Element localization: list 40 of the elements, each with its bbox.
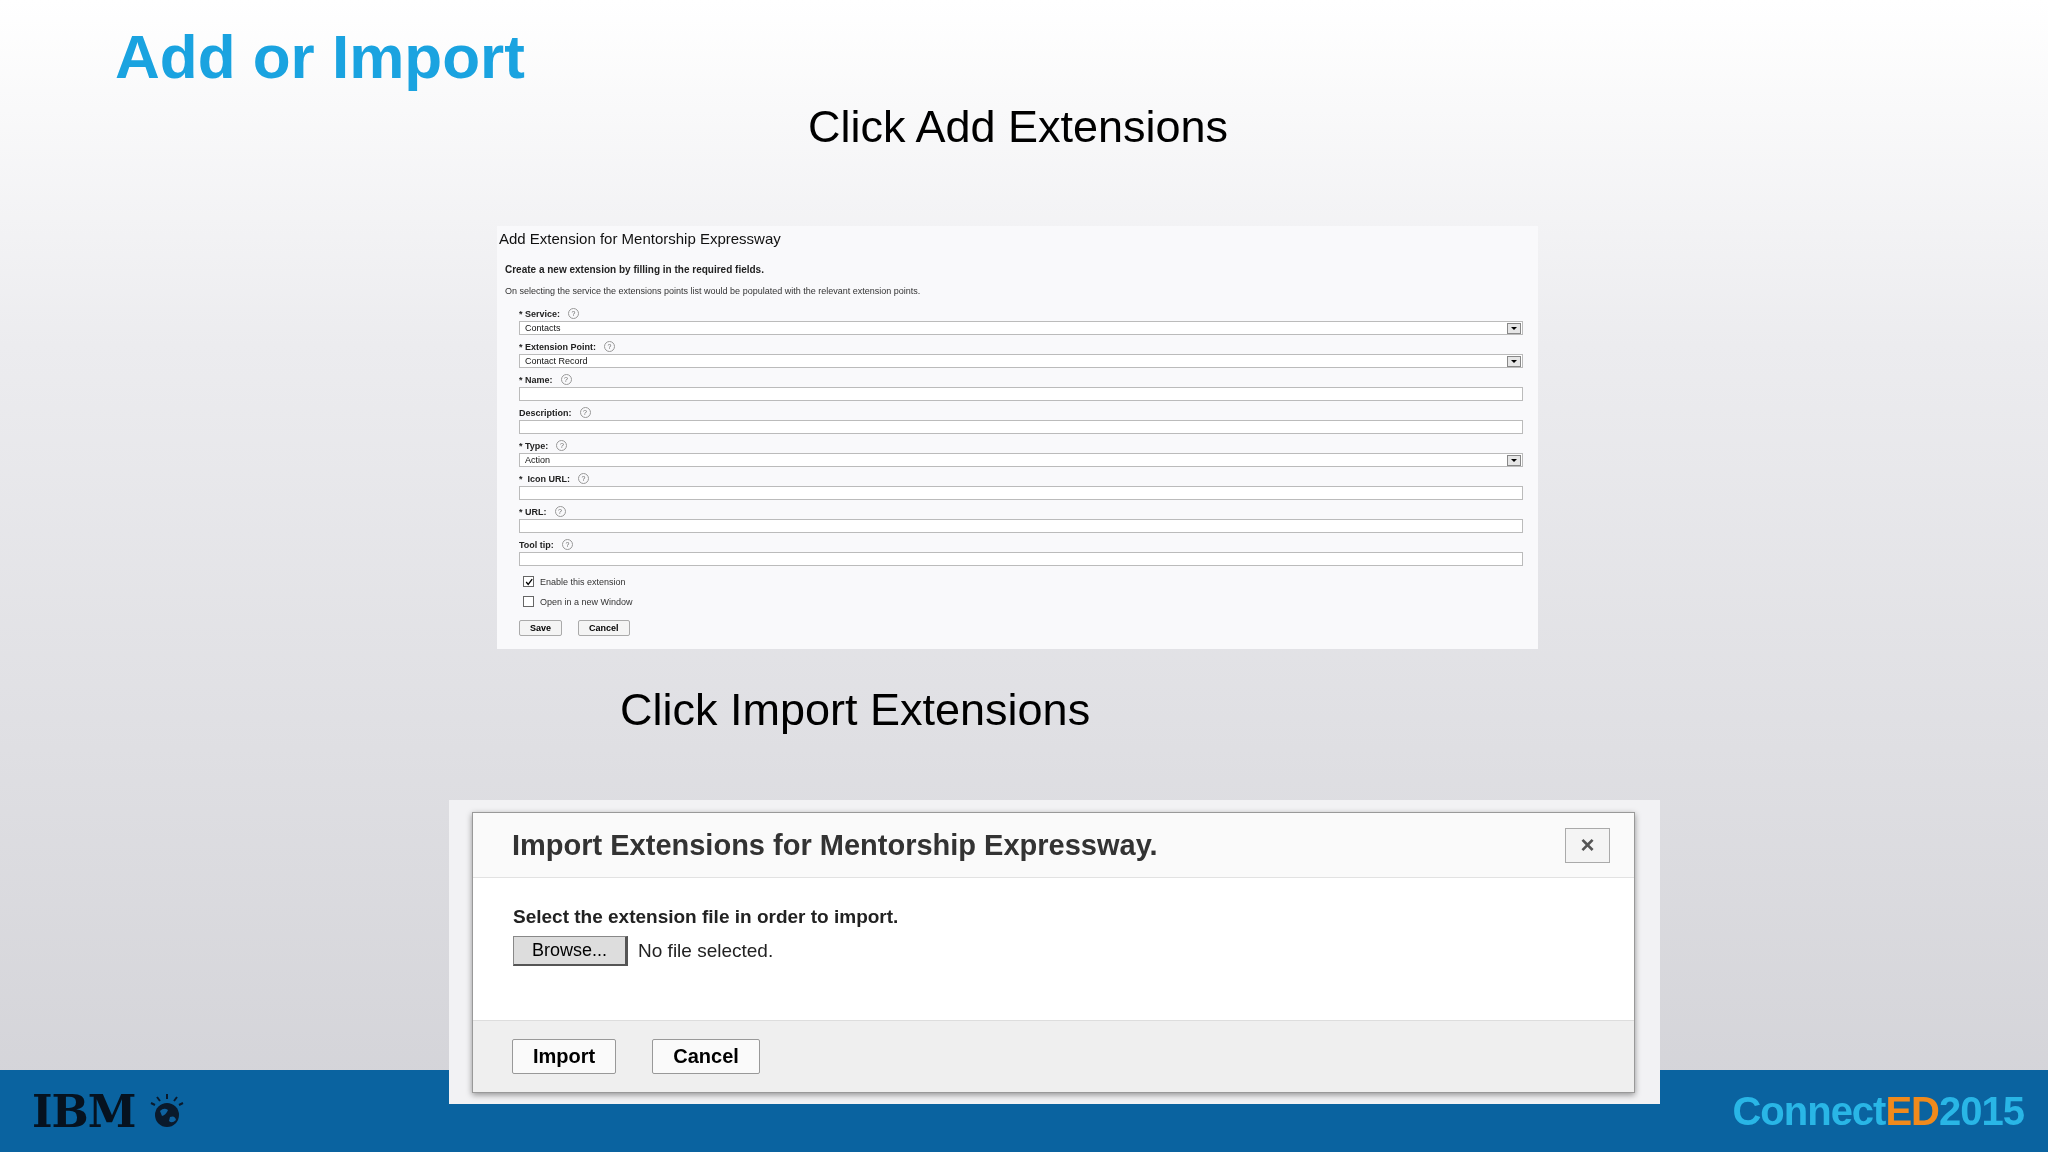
dropdown-icon	[1507, 355, 1521, 367]
dialog-button[interactable]: Cancel	[652, 1039, 760, 1074]
close-button[interactable]: ×	[1565, 827, 1610, 863]
input-field[interactable]	[519, 486, 1523, 500]
file-status: No file selected.	[638, 940, 774, 962]
form-button[interactable]: Save	[519, 620, 563, 636]
input-field[interactable]	[519, 420, 1523, 434]
field-label: * URL:	[519, 506, 547, 517]
form-button[interactable]: Cancel	[578, 620, 630, 636]
field-label: * Icon URL:	[519, 473, 570, 484]
browse-button[interactable]: Browse...	[513, 936, 629, 966]
checkbox-label: Open in a new Window	[540, 596, 633, 607]
checkbox[interactable]	[523, 596, 534, 607]
form-title: Add Extension for Mentorship Expressway	[498, 230, 782, 247]
checkbox-label: Enable this extension	[540, 576, 626, 587]
form-intro: Create a new extension by filling in the required fields.	[505, 264, 765, 275]
dialog-prompt: Select the extension file in order to import.	[513, 906, 900, 928]
field-label: * Type:	[519, 440, 549, 451]
select-field[interactable]: Action	[519, 453, 1523, 467]
input-field[interactable]	[519, 552, 1523, 566]
field-label: * Name:	[519, 374, 553, 385]
field-label: Description:	[519, 407, 572, 418]
company-logo: IBM	[32, 1085, 136, 1137]
dropdown-icon	[1507, 454, 1521, 466]
checkbox[interactable]	[523, 576, 534, 587]
step-caption: Click Import Extensions	[620, 683, 1091, 737]
dialog-button[interactable]: Import	[512, 1039, 617, 1074]
slide-title: Add or Import	[115, 22, 525, 92]
step-caption: Click Add Extensions	[807, 100, 1229, 154]
select-field[interactable]: Contact Record	[519, 354, 1523, 368]
dialog-title: Import Extensions for Mentorship Expressway.	[512, 828, 1158, 862]
field-label: * Extension Point:	[519, 341, 596, 352]
dropdown-icon	[1507, 322, 1521, 334]
field-label: * Service:	[519, 308, 561, 319]
input-field[interactable]	[519, 387, 1523, 401]
select-field[interactable]: Contacts	[519, 321, 1523, 335]
field-label: Tool tip:	[519, 539, 554, 550]
event-logo: ConnectED2015	[1732, 1088, 2024, 1134]
form-note: On selecting the service the extensions points list would be populated with the relevant extension points.	[505, 286, 922, 296]
input-field[interactable]	[519, 519, 1523, 533]
